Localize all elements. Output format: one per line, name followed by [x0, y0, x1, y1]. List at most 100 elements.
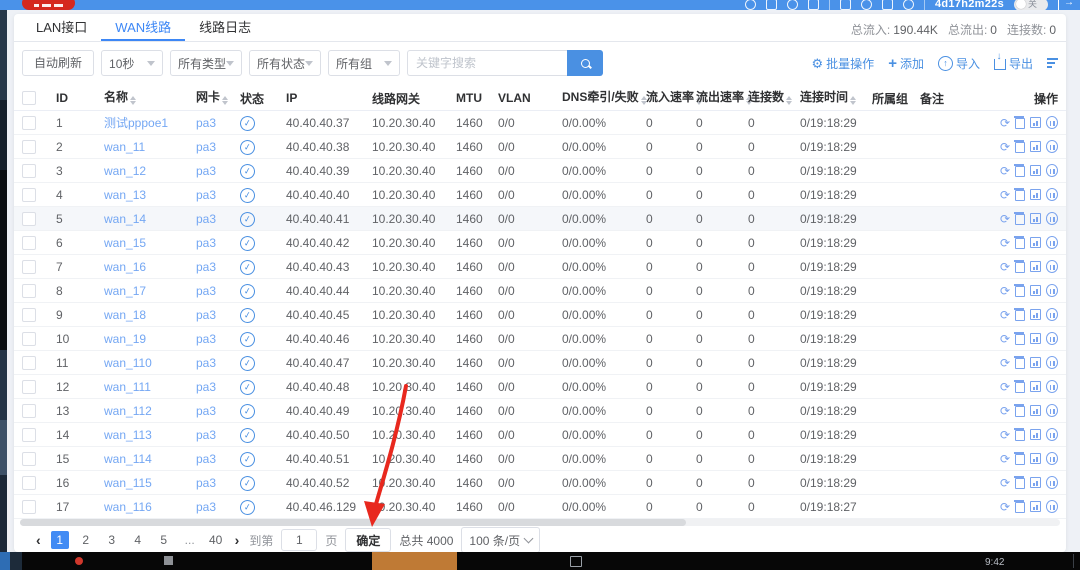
stats-icon[interactable] — [1029, 309, 1041, 320]
page-number[interactable]: 2 — [77, 531, 95, 549]
sort-icon[interactable] — [130, 93, 137, 108]
stats-icon[interactable] — [1029, 501, 1041, 512]
page-number[interactable]: 3 — [103, 531, 121, 549]
stats-icon[interactable] — [1029, 213, 1041, 224]
row-checkbox[interactable] — [22, 235, 36, 250]
taskbar-app-icon[interactable] — [0, 552, 10, 570]
nic-link[interactable]: pa3 — [196, 116, 216, 130]
pause-icon[interactable] — [1045, 500, 1058, 513]
delete-icon[interactable] — [1014, 332, 1025, 345]
reconnect-icon[interactable]: ⟳ — [1000, 357, 1010, 369]
page-number[interactable]: 5 — [155, 531, 173, 549]
line-name-link[interactable]: wan_14 — [104, 212, 146, 226]
delete-icon[interactable] — [1014, 236, 1025, 249]
nic-link[interactable]: pa3 — [196, 428, 216, 442]
pause-icon[interactable] — [1045, 356, 1058, 369]
stats-icon[interactable] — [1029, 405, 1041, 416]
nic-link[interactable]: pa3 — [196, 164, 216, 178]
type-filter-select[interactable]: 所有类型 — [170, 50, 243, 76]
reconnect-icon[interactable]: ⟳ — [1000, 165, 1010, 177]
reconnect-icon[interactable]: ⟳ — [1000, 237, 1010, 249]
nic-link[interactable]: pa3 — [196, 260, 216, 274]
topbar-icon[interactable] — [807, 0, 819, 10]
topbar-icon[interactable] — [765, 0, 777, 10]
pause-icon[interactable] — [1045, 260, 1058, 273]
prev-page-button[interactable]: ‹ — [34, 532, 43, 548]
delete-icon[interactable] — [1014, 404, 1025, 417]
row-checkbox[interactable] — [22, 187, 36, 202]
pause-icon[interactable] — [1045, 236, 1058, 249]
stats-icon[interactable] — [1029, 285, 1041, 296]
delete-icon[interactable] — [1014, 164, 1025, 177]
reconnect-icon[interactable]: ⟳ — [1000, 501, 1010, 513]
column-header[interactable]: 流入速率 — [646, 88, 703, 108]
taskbar-app-icon[interactable] — [570, 556, 582, 567]
row-checkbox[interactable] — [22, 259, 36, 274]
refresh-interval-select[interactable]: 10秒 — [101, 50, 164, 76]
stats-icon[interactable] — [1029, 237, 1041, 248]
reconnect-icon[interactable]: ⟳ — [1000, 213, 1010, 225]
line-name-link[interactable]: wan_13 — [104, 188, 146, 202]
tab[interactable]: LAN接口 — [22, 14, 101, 41]
status-filter-select[interactable]: 所有状态 — [249, 50, 322, 76]
reconnect-icon[interactable]: ⟳ — [1000, 261, 1010, 273]
line-name-link[interactable]: wan_11 — [104, 140, 145, 154]
goto-page-input[interactable] — [281, 529, 318, 551]
sort-icon[interactable] — [850, 93, 857, 108]
nic-link[interactable]: pa3 — [196, 332, 216, 346]
tab[interactable]: WAN线路 — [101, 14, 186, 41]
taskbar-active-app[interactable] — [372, 552, 457, 570]
row-checkbox[interactable] — [22, 475, 36, 490]
pause-icon[interactable] — [1045, 188, 1058, 201]
pause-icon[interactable] — [1045, 404, 1058, 417]
row-checkbox[interactable] — [22, 211, 36, 226]
delete-icon[interactable] — [1014, 356, 1025, 369]
delete-icon[interactable] — [1014, 140, 1025, 153]
topbar-icon[interactable] — [860, 0, 872, 10]
pause-icon[interactable] — [1045, 140, 1058, 153]
nic-link[interactable]: pa3 — [196, 284, 216, 298]
stats-icon[interactable] — [1029, 141, 1041, 152]
nic-link[interactable]: pa3 — [196, 188, 216, 202]
page-size-select[interactable]: 100 条/页 — [461, 527, 541, 553]
page-number[interactable]: 1 — [50, 531, 69, 549]
delete-icon[interactable] — [1014, 116, 1025, 129]
row-checkbox[interactable] — [22, 451, 36, 466]
reconnect-icon[interactable]: ⟳ — [1000, 405, 1010, 417]
stats-icon[interactable] — [1029, 429, 1041, 440]
line-name-link[interactable]: wan_116 — [104, 500, 152, 514]
stats-icon[interactable] — [1029, 477, 1041, 488]
page-number[interactable]: 40 — [207, 531, 225, 549]
delete-icon[interactable] — [1014, 500, 1025, 513]
topbar-icon[interactable] — [744, 0, 756, 10]
sidebar-sliver[interactable] — [0, 10, 7, 552]
nic-link[interactable]: pa3 — [196, 476, 216, 490]
line-name-link[interactable]: wan_114 — [104, 452, 152, 466]
stats-icon[interactable] — [1029, 381, 1041, 392]
select-all-checkbox[interactable] — [22, 91, 36, 106]
logout-icon[interactable] — [1058, 0, 1074, 10]
row-checkbox[interactable] — [22, 307, 36, 322]
nic-link[interactable]: pa3 — [196, 404, 216, 418]
power-toggle[interactable]: 关 — [1014, 0, 1048, 10]
line-name-link[interactable]: wan_16 — [104, 260, 146, 274]
row-checkbox[interactable] — [22, 331, 36, 346]
line-name-link[interactable]: wan_113 — [104, 428, 152, 442]
line-name-link[interactable]: wan_17 — [104, 284, 146, 298]
pause-icon[interactable] — [1045, 476, 1058, 489]
pause-icon[interactable] — [1045, 212, 1058, 225]
taskbar-app-icon[interactable] — [164, 556, 173, 565]
topbar-icon[interactable] — [839, 0, 851, 10]
reconnect-icon[interactable]: ⟳ — [1000, 117, 1010, 129]
row-checkbox[interactable] — [22, 403, 36, 418]
column-header[interactable]: 名称 — [104, 88, 196, 108]
pause-icon[interactable] — [1045, 308, 1058, 321]
nic-link[interactable]: pa3 — [196, 452, 216, 466]
column-header[interactable]: 网卡 — [196, 88, 240, 108]
line-name-link[interactable]: wan_112 — [104, 404, 152, 418]
delete-icon[interactable] — [1014, 188, 1025, 201]
pause-icon[interactable] — [1045, 332, 1058, 345]
reconnect-icon[interactable]: ⟳ — [1000, 333, 1010, 345]
line-name-link[interactable]: wan_111 — [104, 380, 151, 394]
row-checkbox[interactable] — [22, 379, 36, 394]
